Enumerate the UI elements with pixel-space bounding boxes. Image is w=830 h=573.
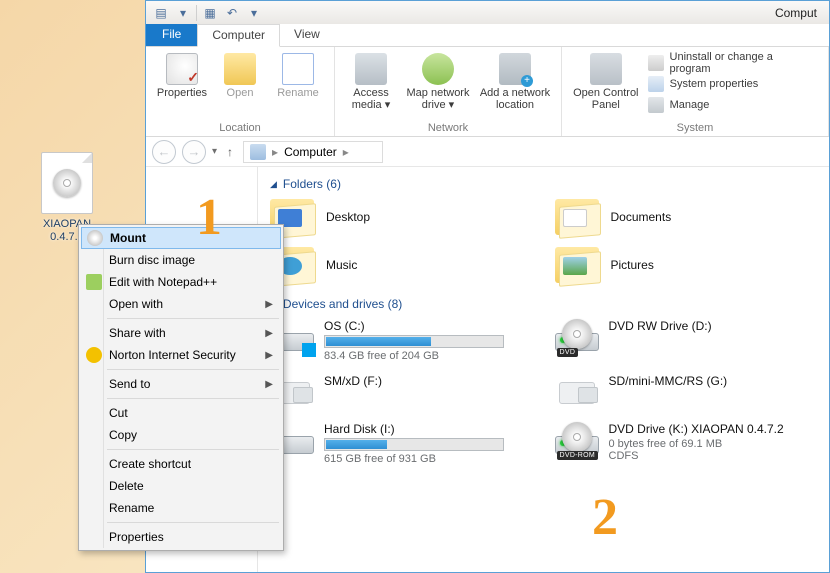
dvd-drive-icon: DVD	[555, 319, 599, 355]
qat-newfolder-icon[interactable]: ▦	[199, 4, 221, 22]
ribbon-control-panel-button[interactable]: Open Control Panel	[570, 51, 642, 120]
notepadpp-icon	[86, 274, 102, 290]
ribbon-map-drive-button[interactable]: Map network drive ▾	[401, 51, 475, 120]
tab-file[interactable]: File	[146, 24, 197, 46]
folder-pictures[interactable]: Pictures	[555, 247, 818, 283]
folder-icon	[555, 247, 599, 283]
breadcrumb-root: Computer	[284, 145, 337, 159]
nav-forward-button[interactable]: →	[182, 140, 206, 164]
chevron-right-icon: ▸	[272, 145, 278, 159]
menu-item-burn[interactable]: Burn disc image	[81, 249, 281, 271]
network-drive-icon	[422, 53, 454, 85]
menu-item-norton[interactable]: Norton Internet Security▶	[81, 344, 281, 366]
uninstall-icon	[648, 55, 664, 71]
qat-caret-icon[interactable]: ▾	[243, 4, 265, 22]
menu-item-mount[interactable]: Mount	[81, 227, 281, 249]
menu-separator	[107, 449, 279, 450]
chevron-right-icon: ▶	[265, 328, 273, 339]
quick-access-toolbar: ▤ ▾ ▦ ↶ ▾ Comput	[146, 1, 829, 24]
breadcrumb[interactable]: ▸ Computer ▸	[243, 141, 383, 163]
ribbon-sysprops-button[interactable]: System properties	[644, 74, 820, 94]
menu-item-copy[interactable]: Copy	[81, 424, 281, 446]
qat-undo-icon[interactable]: ↶	[221, 4, 243, 22]
section-header-drives[interactable]: ◢Devices and drives (8)	[270, 297, 817, 311]
drive-sd-g[interactable]: SD/mini-MMC/RS (G:)	[555, 374, 818, 410]
norton-icon	[86, 347, 102, 363]
tab-view[interactable]: View	[280, 24, 334, 46]
ribbon-group-location: Properties Open Rename Location	[146, 47, 335, 136]
ribbon-uninstall-button[interactable]: Uninstall or change a program	[644, 53, 820, 73]
folder-desktop[interactable]: Desktop	[270, 199, 533, 235]
ribbon-rename-button[interactable]: Rename	[270, 51, 326, 120]
disc-icon	[87, 230, 103, 246]
ribbon-group-label: System	[570, 120, 820, 134]
qat-properties-icon[interactable]: ▤	[150, 4, 172, 22]
menu-item-cut[interactable]: Cut	[81, 402, 281, 424]
menu-item-delete[interactable]: Delete	[81, 475, 281, 497]
content-pane: ◢Folders (6) Desktop Documents Music Pic…	[258, 167, 829, 572]
properties-icon	[166, 53, 198, 85]
menu-separator	[107, 318, 279, 319]
open-icon	[224, 53, 256, 85]
menu-item-rename[interactable]: Rename	[81, 497, 281, 519]
ribbon-manage-button[interactable]: Manage	[644, 95, 820, 115]
menu-item-create-shortcut[interactable]: Create shortcut	[81, 453, 281, 475]
window-title: Comput	[775, 6, 817, 20]
drive-hard-disk-i[interactable]: Hard Disk (I:)615 GB free of 931 GB	[270, 422, 533, 465]
menu-item-send-to[interactable]: Send to▶	[81, 373, 281, 395]
drive-sm-xd-f[interactable]: SM/xD (F:)	[270, 374, 533, 410]
control-panel-icon	[590, 53, 622, 85]
chevron-right-icon: ▶	[265, 379, 273, 390]
manage-icon	[648, 97, 664, 113]
menu-item-open-with[interactable]: Open with▶	[81, 293, 281, 315]
section-header-folders[interactable]: ◢Folders (6)	[270, 177, 817, 191]
chevron-right-icon: ▸	[343, 145, 349, 159]
menu-item-edit-notepadpp[interactable]: Edit with Notepad++	[81, 271, 281, 293]
nav-back-button[interactable]: ←	[152, 140, 176, 164]
menu-separator	[107, 398, 279, 399]
ribbon-add-location-button[interactable]: Add a network location	[477, 51, 553, 120]
address-bar: ← → ▾ ↑ ▸ Computer ▸	[146, 137, 829, 167]
rename-icon	[282, 53, 314, 85]
qat-separator	[196, 5, 197, 21]
media-icon	[355, 53, 387, 85]
folder-icon	[555, 199, 599, 235]
ribbon-access-media-button[interactable]: Access media ▾	[343, 51, 399, 120]
ribbon-group-network: Access media ▾ Map network drive ▾ Add a…	[335, 47, 562, 136]
menu-separator	[107, 522, 279, 523]
nav-history-dropdown[interactable]: ▾	[212, 146, 217, 157]
chevron-right-icon: ▶	[265, 299, 273, 310]
ribbon-properties-button[interactable]: Properties	[154, 51, 210, 120]
menu-item-properties[interactable]: Properties	[81, 526, 281, 548]
drive-os-c[interactable]: OS (C:)83.4 GB free of 204 GB	[270, 319, 533, 362]
folder-music[interactable]: Music	[270, 247, 533, 283]
ribbon-group-label: Location	[154, 120, 326, 134]
ribbon-tabs: File Computer View	[146, 24, 829, 47]
iso-file-icon	[41, 152, 93, 214]
drive-dvd-d[interactable]: DVD DVD RW Drive (D:)	[555, 319, 818, 362]
tab-computer[interactable]: Computer	[197, 24, 280, 47]
drive-dvd-k-xiaopan[interactable]: DVD-ROM DVD Drive (K:) XIAOPAN 0.4.7.20 …	[555, 422, 818, 465]
menu-item-share-with[interactable]: Share with▶	[81, 322, 281, 344]
system-properties-icon	[648, 76, 664, 92]
computer-icon	[250, 144, 266, 160]
ribbon-group-system: Open Control Panel Uninstall or change a…	[562, 47, 829, 136]
ribbon: Properties Open Rename Location Access m…	[146, 47, 829, 137]
add-location-icon	[499, 53, 531, 85]
chevron-right-icon: ▶	[265, 350, 273, 361]
ribbon-open-button[interactable]: Open	[212, 51, 268, 120]
folders-grid: Desktop Documents Music Pictures	[270, 199, 817, 283]
nav-up-button[interactable]: ↑	[223, 145, 237, 159]
ribbon-group-label: Network	[343, 120, 553, 134]
folder-documents[interactable]: Documents	[555, 199, 818, 235]
collapse-icon: ◢	[270, 179, 277, 190]
qat-dropdown-icon[interactable]: ▾	[172, 4, 194, 22]
drives-grid: OS (C:)83.4 GB free of 204 GB DVD DVD RW…	[270, 319, 817, 465]
card-reader-icon	[555, 374, 599, 410]
dvd-drive-icon: DVD-ROM	[555, 422, 599, 458]
menu-separator	[107, 369, 279, 370]
context-menu: Mount Burn disc image Edit with Notepad+…	[78, 224, 284, 551]
